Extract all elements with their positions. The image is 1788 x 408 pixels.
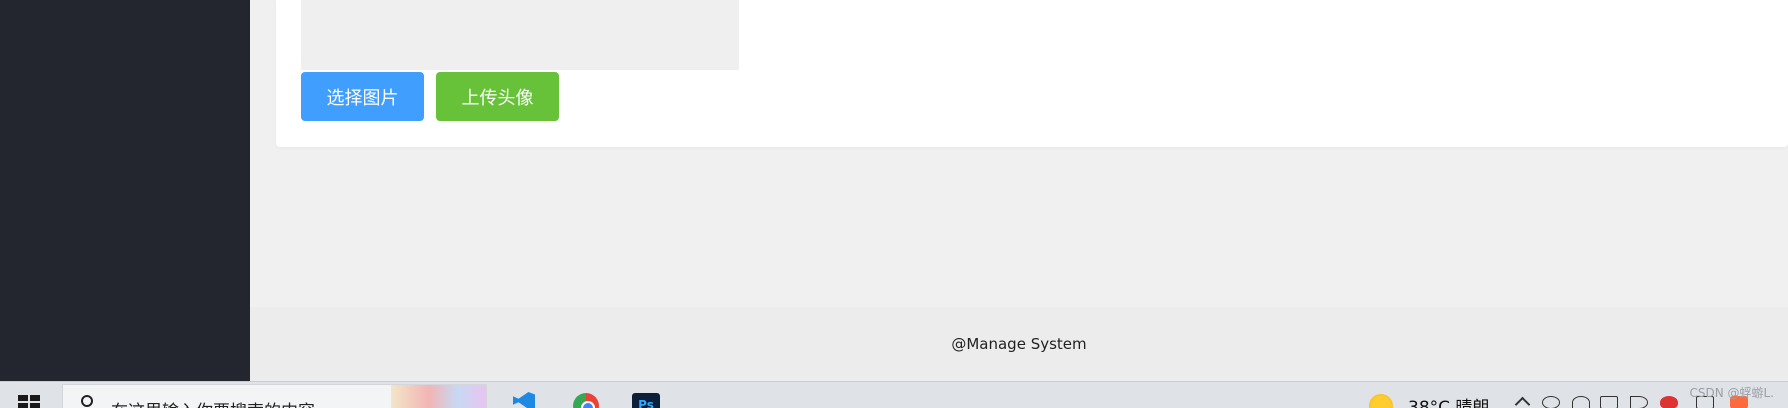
taskbar: 在这里输入你要搜索的内容 Ps 38°C 晴朗 CSDN @蜉蝣L.	[0, 381, 1788, 408]
wifi-icon[interactable]	[1572, 396, 1590, 408]
chevron-up-icon[interactable]	[1514, 396, 1532, 408]
tray-app-icon[interactable]	[1542, 396, 1560, 408]
volume-icon[interactable]	[1630, 396, 1648, 408]
image-preview-area	[301, 0, 739, 70]
sidebar	[0, 0, 250, 381]
avatar-upload-card: 选择图片 上传头像	[276, 0, 1788, 147]
footer-text: @Manage System	[951, 335, 1087, 353]
sun-icon[interactable]	[1369, 394, 1393, 408]
search-highlight-image	[391, 385, 486, 408]
qq-icon[interactable]	[1660, 396, 1678, 408]
watermark-text: CSDN @蜉蝣L.	[1689, 386, 1774, 400]
search-icon	[81, 395, 93, 407]
footer: @Manage System	[250, 307, 1788, 381]
weather-text[interactable]: 38°C 晴朗	[1408, 393, 1489, 408]
taskbar-search-box[interactable]: 在这里输入你要搜索的内容	[62, 384, 487, 408]
main-content: 选择图片 上传头像 @Manage System	[250, 0, 1788, 381]
search-placeholder: 在这里输入你要搜索的内容	[111, 397, 315, 408]
battery-icon[interactable]	[1600, 396, 1618, 408]
upload-avatar-button[interactable]: 上传头像	[436, 72, 559, 121]
photoshop-icon[interactable]: Ps	[632, 390, 662, 408]
select-image-button[interactable]: 选择图片	[301, 72, 424, 121]
windows-start-icon[interactable]	[18, 395, 40, 408]
chrome-icon[interactable]	[570, 390, 600, 408]
vscode-icon[interactable]	[507, 390, 537, 408]
